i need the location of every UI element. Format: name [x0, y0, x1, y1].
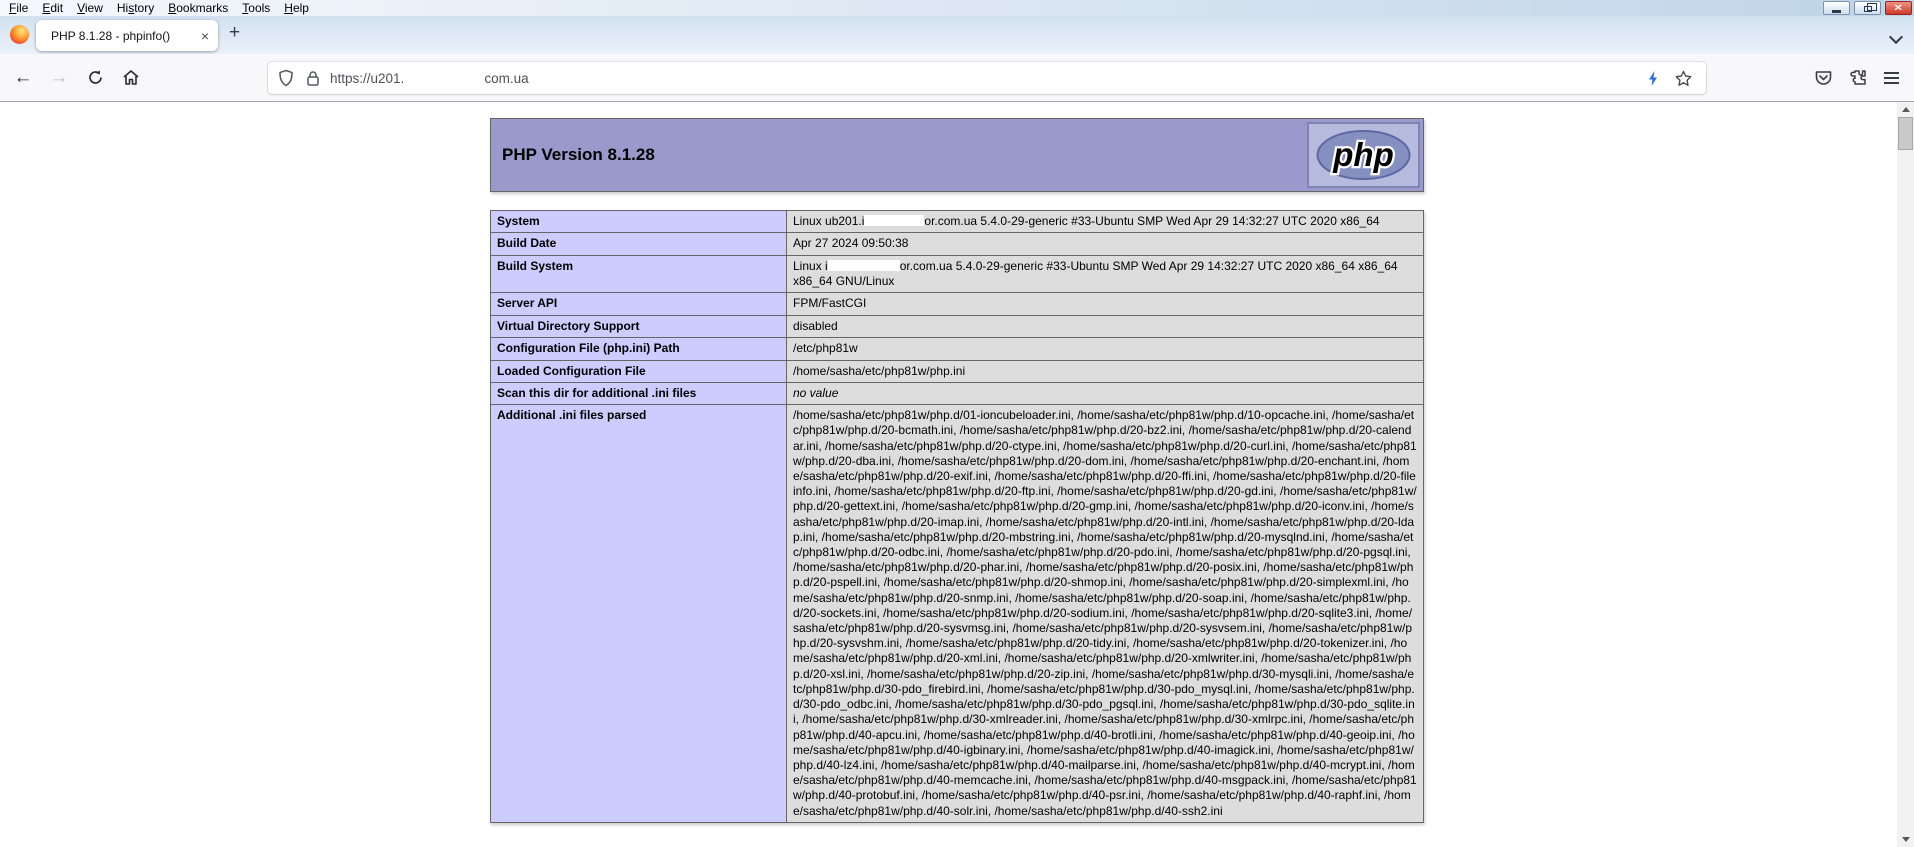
bookmark-star-icon[interactable]	[1675, 70, 1692, 87]
reload-icon	[87, 69, 104, 86]
extensions-puzzle-icon	[1850, 68, 1869, 87]
menu-file[interactable]: File	[3, 0, 36, 16]
php-logo-text: php	[1332, 136, 1393, 173]
menu-tools[interactable]: Tools	[236, 0, 278, 16]
table-row: Virtual Directory Supportdisabled	[491, 315, 1424, 337]
php-core-info-table: SystemLinux ub201.ior.com.ua 5.4.0-29-ge…	[490, 210, 1424, 823]
firefox-icon	[10, 25, 29, 44]
menu-bookmarks[interactable]: Bookmarks	[162, 0, 236, 16]
scroll-down-button[interactable]	[1897, 832, 1914, 847]
table-row: Server APIFPM/FastCGI	[491, 293, 1424, 315]
tab-phpinfo[interactable]: PHP 8.1.28 - phpinfo() ×	[36, 20, 218, 51]
row-label: Virtual Directory Support	[491, 315, 787, 337]
table-row: Scan this dir for additional .ini filesn…	[491, 382, 1424, 404]
close-icon: ×	[1894, 3, 1902, 14]
table-row: Loaded Configuration File/home/sasha/etc…	[491, 360, 1424, 382]
vertical-scrollbar[interactable]	[1897, 102, 1914, 847]
url-bar[interactable]: https://u201. com.ua	[268, 62, 1706, 94]
scrollbar-thumb[interactable]	[1898, 117, 1913, 150]
reload-button[interactable]	[83, 54, 107, 101]
row-label: Additional .ini files parsed	[491, 405, 787, 822]
url-text[interactable]: https://u201. com.ua	[330, 71, 529, 86]
phpinfo-page: PHP Version 8.1.28 php SystemLinux ub201…	[490, 118, 1424, 823]
row-label: Loaded Configuration File	[491, 360, 787, 382]
home-button[interactable]	[119, 54, 143, 101]
tab-close-icon[interactable]: ×	[201, 29, 209, 43]
row-value: disabled	[787, 315, 1424, 337]
row-label: System	[491, 211, 787, 233]
pocket-button[interactable]	[1810, 54, 1836, 101]
scroll-down-icon	[1902, 837, 1910, 842]
menu-edit[interactable]: Edit	[36, 0, 71, 16]
menu-history[interactable]: History	[111, 0, 162, 16]
table-row: Configuration File (php.ini) Path/etc/ph…	[491, 338, 1424, 360]
tabs-chevron-icon[interactable]	[1891, 32, 1902, 43]
row-value: Linux ub201.ior.com.ua 5.4.0-29-generic …	[787, 211, 1424, 233]
new-tab-button[interactable]: +	[229, 22, 240, 44]
menu-help[interactable]: Help	[278, 0, 317, 16]
tab-title: PHP 8.1.28 - phpinfo()	[51, 29, 193, 43]
row-value: Linux ior.com.ua 5.4.0-29-generic #33-Ub…	[787, 255, 1424, 293]
hamburger-menu-button[interactable]	[1878, 54, 1904, 101]
php-logo: php	[1307, 122, 1420, 188]
redacted-segment	[864, 215, 924, 226]
browser-viewport: PHP Version 8.1.28 php SystemLinux ub201…	[0, 102, 1914, 847]
row-value: no value	[787, 382, 1424, 404]
phpinfo-header: PHP Version 8.1.28 php	[490, 118, 1424, 192]
row-label: Build Date	[491, 233, 787, 255]
menu-view[interactable]: View	[71, 0, 111, 16]
pocket-icon	[1814, 69, 1833, 87]
row-label: Server API	[491, 293, 787, 315]
restore-button[interactable]	[1854, 1, 1881, 15]
navigation-toolbar: ← → https://u201. com.ua	[0, 54, 1914, 102]
menu-bar: FileEditViewHistoryBookmarksToolsHelp	[0, 0, 317, 16]
table-row: SystemLinux ub201.ior.com.ua 5.4.0-29-ge…	[491, 211, 1424, 233]
row-value: /home/sasha/etc/php81w/php.d/01-ioncubel…	[787, 405, 1424, 822]
home-icon	[122, 69, 140, 86]
url-prefix: https://u201.	[330, 71, 404, 86]
row-label: Configuration File (php.ini) Path	[491, 338, 787, 360]
page-title: PHP Version 8.1.28	[502, 145, 655, 165]
table-row: Build SystemLinux ior.com.ua 5.4.0-29-ge…	[491, 255, 1424, 293]
redacted-segment	[828, 260, 900, 271]
restore-icon	[1864, 6, 1872, 12]
row-label: Scan this dir for additional .ini files	[491, 382, 787, 404]
lock-icon[interactable]	[306, 70, 320, 87]
ini-files-list: /home/sasha/etc/php81w/php.d/01-ioncubel…	[793, 408, 1417, 818]
row-label: Build System	[491, 255, 787, 293]
window-controls: ×	[1823, 1, 1912, 15]
forward-button: →	[47, 54, 71, 101]
close-button[interactable]: ×	[1885, 1, 1912, 15]
minimize-button[interactable]	[1823, 1, 1850, 15]
scroll-up-icon	[1902, 107, 1910, 112]
tab-strip: PHP 8.1.28 - phpinfo() × +	[0, 16, 1914, 54]
row-value: Apr 27 2024 09:50:38	[787, 233, 1424, 255]
back-button[interactable]: ←	[11, 54, 35, 101]
shield-icon[interactable]	[278, 69, 294, 87]
url-suffix: com.ua	[484, 71, 528, 86]
scroll-up-button[interactable]	[1897, 102, 1914, 117]
table-row: Build DateApr 27 2024 09:50:38	[491, 233, 1424, 255]
row-value: /etc/php81w	[787, 338, 1424, 360]
minimize-icon	[1832, 10, 1841, 13]
row-value: /home/sasha/etc/php81w/php.ini	[787, 360, 1424, 382]
table-row: Additional .ini files parsed/home/sasha/…	[491, 405, 1424, 822]
window-titlebar: FileEditViewHistoryBookmarksToolsHelp ×	[0, 0, 1914, 16]
lightning-icon[interactable]	[1647, 70, 1659, 87]
extensions-button[interactable]	[1846, 54, 1872, 101]
row-value: FPM/FastCGI	[787, 293, 1424, 315]
